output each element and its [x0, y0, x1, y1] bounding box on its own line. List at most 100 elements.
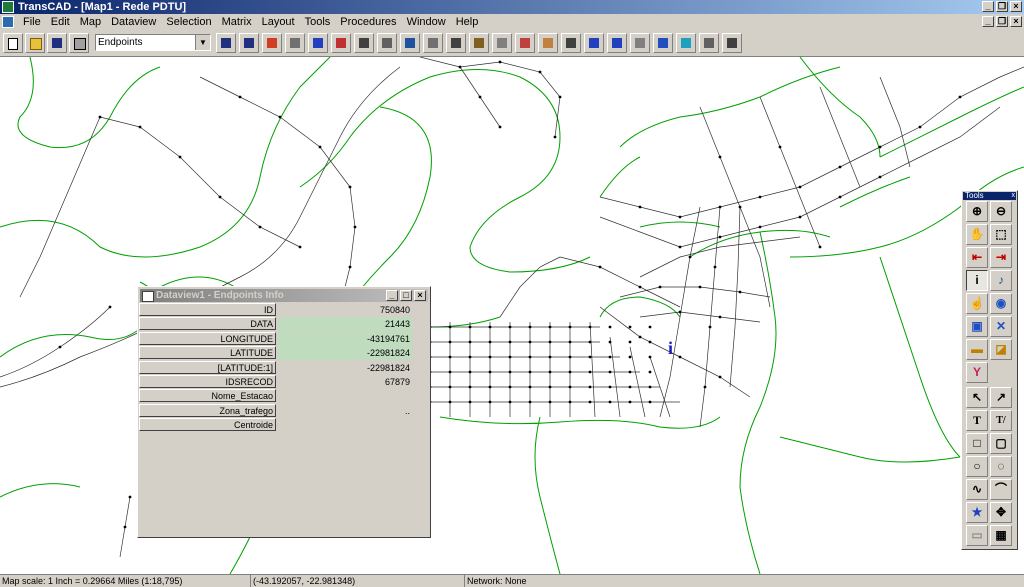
dataview-field-value[interactable]: -22981824	[278, 361, 412, 375]
endpoint-node[interactable]	[588, 400, 592, 404]
document-icon[interactable]	[2, 16, 14, 28]
endpoint-node[interactable]	[108, 305, 112, 309]
endpoint-node[interactable]	[478, 95, 482, 99]
circle-icon[interactable]: ○	[966, 456, 988, 477]
endpoint-node[interactable]	[528, 325, 532, 329]
shortest-path-icon[interactable]: Y	[966, 362, 988, 383]
endpoint-node[interactable]	[838, 165, 842, 169]
freehand-shape-icon[interactable]: ◌	[990, 456, 1012, 477]
endpoint-node[interactable]	[648, 325, 652, 329]
endpoint-node[interactable]	[628, 355, 632, 359]
endpoint-node[interactable]	[718, 205, 722, 209]
endpoint-node[interactable]	[638, 205, 642, 209]
zoom-select-icon[interactable]: ⬚	[990, 224, 1012, 245]
color-theme-icon[interactable]	[262, 33, 282, 53]
endpoint-node[interactable]	[488, 340, 492, 344]
endpoint-node[interactable]	[568, 325, 572, 329]
doc-close-button[interactable]: ×	[1010, 16, 1022, 27]
layers-icon[interactable]	[400, 33, 420, 53]
endpoint-node[interactable]	[718, 235, 722, 239]
dataview-window[interactable]: Dataview1 - Endpoints Info _ □ × ID 75084…	[137, 286, 431, 538]
restore-button[interactable]: ❐	[996, 1, 1008, 12]
menu-layout[interactable]: Layout	[257, 14, 300, 30]
endpoint-node[interactable]	[588, 370, 592, 374]
endpoint-node[interactable]	[548, 385, 552, 389]
endpoint-node[interactable]	[548, 340, 552, 344]
layer-select[interactable]: Endpoints ▼	[95, 34, 211, 51]
dataview-row[interactable]: Nome_Estacao	[139, 389, 413, 403]
endpoint-node[interactable]	[628, 385, 632, 389]
endpoint-node[interactable]	[548, 400, 552, 404]
chevron-down-icon[interactable]: ▼	[195, 35, 210, 50]
endpoint-node[interactable]	[648, 355, 652, 359]
endpoint-node[interactable]	[458, 65, 462, 69]
endpoint-node[interactable]	[838, 195, 842, 199]
endpoint-node[interactable]	[468, 325, 472, 329]
menu-procedures[interactable]: Procedures	[335, 14, 401, 30]
endpoint-node[interactable]	[488, 385, 492, 389]
endpoint-node[interactable]	[498, 60, 502, 64]
endpoint-node[interactable]	[128, 495, 132, 499]
endpoint-node[interactable]	[298, 245, 302, 249]
symbol-star-icon[interactable]: ★	[966, 502, 988, 523]
copy-icon[interactable]	[722, 33, 742, 53]
endpoint-node[interactable]	[468, 385, 472, 389]
text-tool-icon[interactable]: T	[966, 410, 988, 431]
select-polygon-icon[interactable]: ▣	[966, 316, 988, 337]
table-icon[interactable]	[423, 33, 443, 53]
dataview-field-value[interactable]: -43194761	[278, 331, 412, 346]
endpoint-node[interactable]	[798, 185, 802, 189]
endpoint-node[interactable]	[608, 355, 612, 359]
next-view-icon[interactable]: ⇥	[990, 247, 1012, 268]
endpoint-node[interactable]	[648, 340, 652, 344]
endpoint-node[interactable]	[608, 370, 612, 374]
dataview-row[interactable]: [LATITUDE:1] -22981824	[139, 360, 413, 375]
dataview-row[interactable]: DATA 21443	[139, 317, 413, 332]
endpoint-node[interactable]	[123, 525, 127, 529]
endpoint-node[interactable]	[818, 245, 822, 249]
network-icon[interactable]	[354, 33, 374, 53]
tools-palette[interactable]: Tools x ⊕ ⊖ ✋ ⬚ ⇤ ⇥ i ♪ ☝ ◉ ▣ ✕ ▬ ◪ Y ↖ …	[961, 190, 1018, 550]
menu-dataview[interactable]: Dataview	[106, 14, 161, 30]
save-icon[interactable]	[47, 33, 67, 53]
dataview-field-value[interactable]: 67879	[278, 375, 412, 389]
endpoint-node[interactable]	[98, 115, 102, 119]
endpoint-node[interactable]	[553, 135, 557, 139]
menu-selection[interactable]: Selection	[161, 14, 216, 30]
endpoint-node[interactable]	[688, 255, 692, 259]
rectangle-icon[interactable]: □	[966, 433, 988, 454]
endpoint-node[interactable]	[658, 285, 662, 289]
frame-icon[interactable]: ▭	[966, 525, 988, 546]
dataview-row[interactable]: IDSRECOD 67879	[139, 375, 413, 389]
new-icon[interactable]	[3, 33, 23, 53]
endpoint-node[interactable]	[508, 370, 512, 374]
select-cross-icon[interactable]: ✕	[990, 316, 1012, 337]
endpoint-node[interactable]	[468, 370, 472, 374]
endpoint-node[interactable]	[238, 95, 242, 99]
endpoint-node[interactable]	[488, 355, 492, 359]
dataview-row[interactable]: Zona_trafego..	[139, 403, 413, 418]
dataview-close-button[interactable]: ×	[414, 290, 426, 301]
endpoint-node[interactable]	[798, 215, 802, 219]
endpoint-node[interactable]	[703, 385, 707, 389]
dataview-row[interactable]: LONGITUDE -43194761	[139, 331, 413, 346]
endpoint-node[interactable]	[448, 385, 452, 389]
endpoint-node[interactable]	[588, 340, 592, 344]
doc-restore-button[interactable]: ❐	[996, 16, 1008, 27]
endpoint-node[interactable]	[678, 215, 682, 219]
dataview-minimize-button[interactable]: _	[386, 290, 398, 301]
picture-icon[interactable]: ▦	[990, 525, 1012, 546]
previous-view-icon[interactable]: ⇤	[966, 247, 988, 268]
dataview-field-value[interactable]: -22981824	[278, 346, 412, 361]
endpoint-node[interactable]	[448, 400, 452, 404]
scale-icon[interactable]	[446, 33, 466, 53]
dataview-row[interactable]: LATITUDE -22981824	[139, 346, 413, 361]
endpoint-node[interactable]	[548, 355, 552, 359]
pin-icon[interactable]	[561, 33, 581, 53]
endpoint-node[interactable]	[498, 125, 502, 129]
endpoint-node[interactable]	[548, 325, 552, 329]
endpoint-node[interactable]	[468, 355, 472, 359]
text-curve-tool-icon[interactable]: T/	[990, 410, 1012, 431]
endpoint-node[interactable]	[318, 145, 322, 149]
print-icon[interactable]	[69, 33, 89, 53]
